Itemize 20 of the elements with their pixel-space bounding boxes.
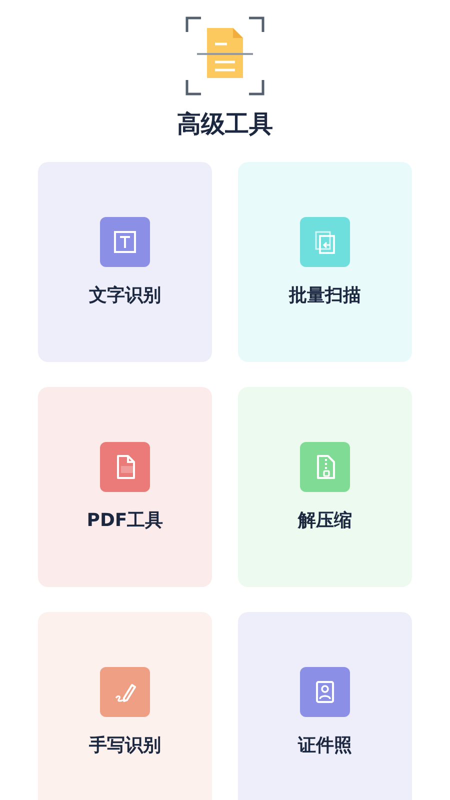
- tool-card[interactable]: 批量扫描: [238, 162, 412, 362]
- tool-label: 文字识别: [89, 284, 161, 308]
- text-icon: [100, 217, 150, 267]
- pages-icon: [300, 217, 350, 267]
- pen-icon: [100, 667, 150, 717]
- tool-card[interactable]: PDF工具: [38, 387, 212, 587]
- person-icon: [300, 667, 350, 717]
- tool-card[interactable]: 文字识别: [38, 162, 212, 362]
- tool-card[interactable]: 手写识别: [38, 612, 212, 800]
- tool-label: PDF工具: [86, 509, 164, 533]
- tool-label: 批量扫描: [289, 284, 361, 308]
- tool-card[interactable]: 解压缩: [238, 387, 412, 587]
- zip-file-icon: [300, 442, 350, 492]
- page-title: 高级工具: [177, 109, 273, 140]
- pdf-file-icon: [100, 442, 150, 492]
- document-scan-icon: [185, 16, 265, 96]
- tool-label: 解压缩: [298, 509, 352, 533]
- tool-card[interactable]: 证件照: [238, 612, 412, 800]
- tool-label: 手写识别: [89, 734, 161, 758]
- tool-label: 证件照: [298, 734, 352, 758]
